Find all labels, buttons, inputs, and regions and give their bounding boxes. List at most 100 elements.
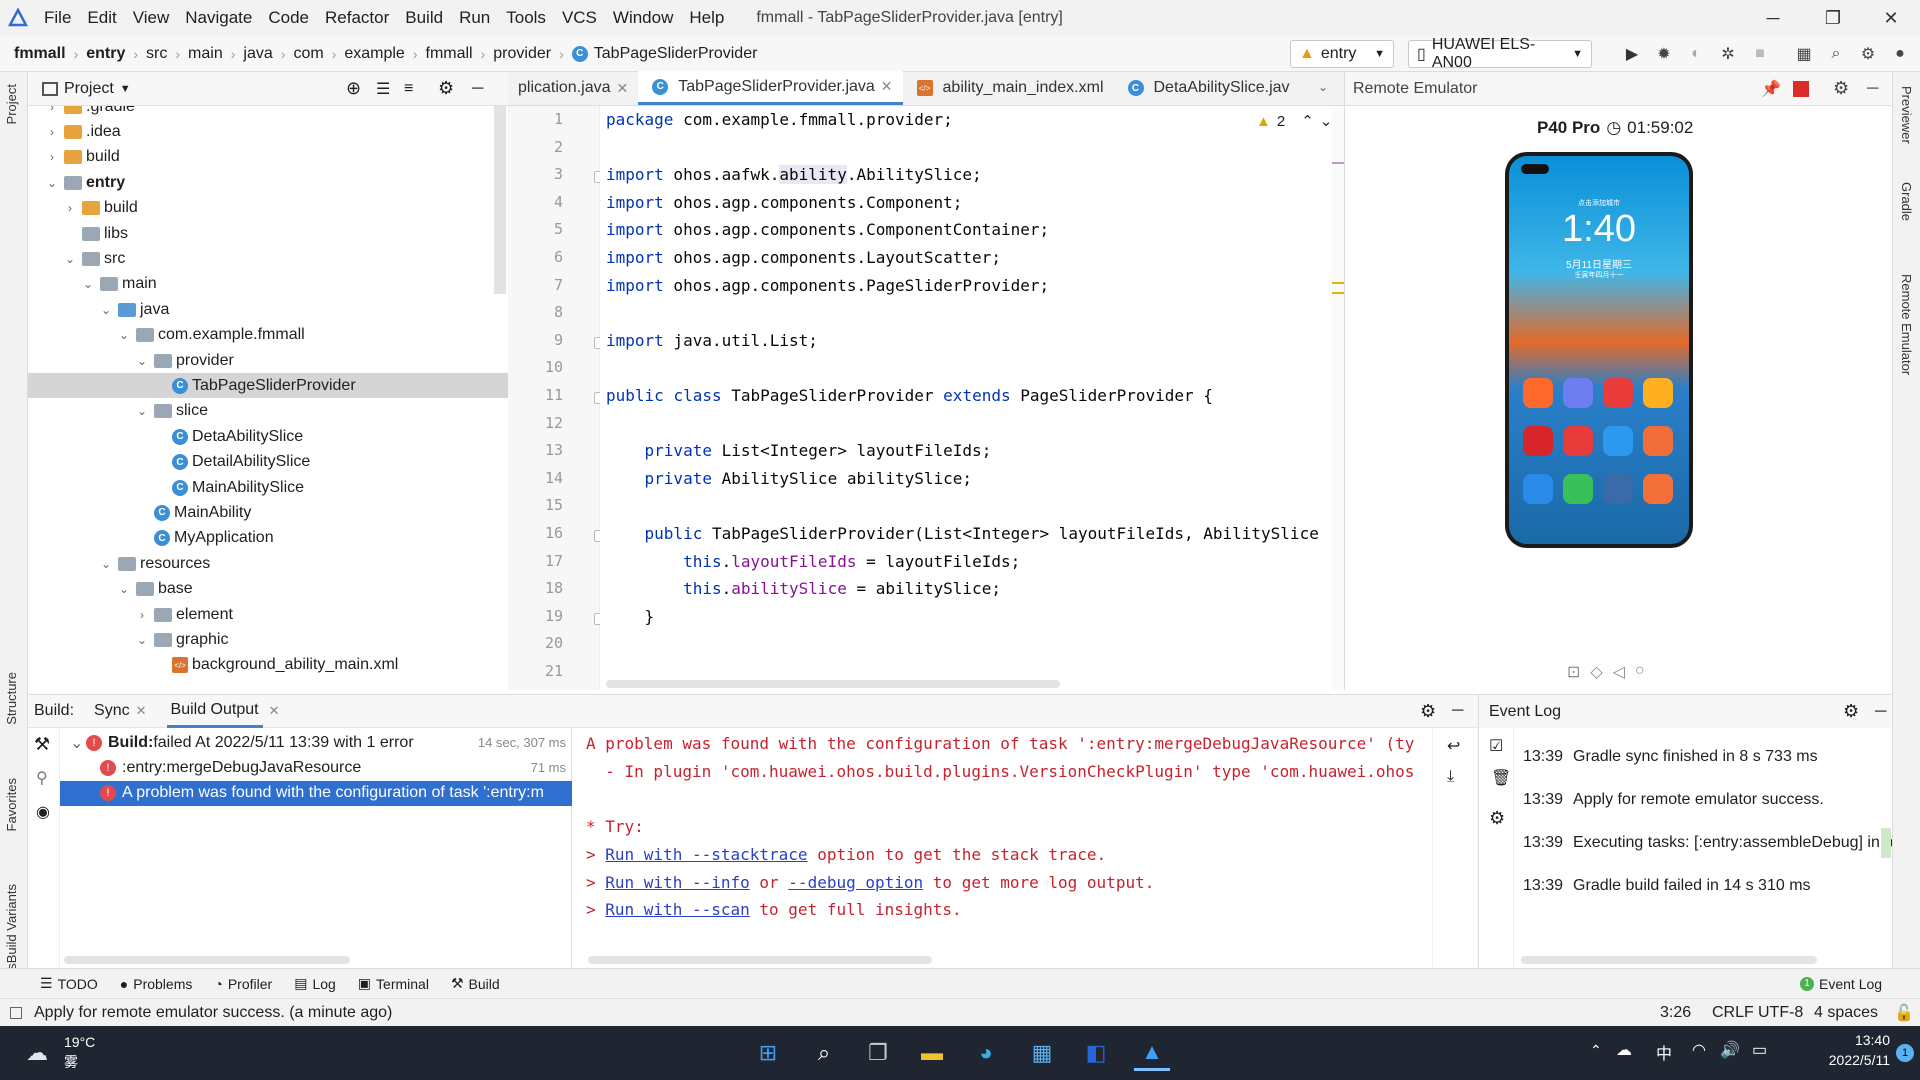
close-icon[interactable]: ✕ <box>1866 0 1916 36</box>
run-config-select[interactable]: ▲ entry ▼ <box>1290 40 1394 68</box>
caret-position[interactable]: 3:26 <box>1660 1004 1691 1022</box>
breadcrumb-item[interactable]: example <box>344 45 404 63</box>
tab-sync[interactable]: Sync <box>94 702 130 720</box>
log-tool-button[interactable]: ▤ Log <box>294 975 336 992</box>
gear-icon[interactable]: ⚙ <box>1489 808 1505 829</box>
menu-edit[interactable]: Edit <box>79 8 124 28</box>
tree-item[interactable]: ⌄ base <box>28 577 508 602</box>
tree-item[interactable]: ⌄ main <box>28 272 508 297</box>
editor-tab[interactable]: </> ability_main_index.xml <box>903 71 1114 105</box>
volume-icon[interactable]: 🔊 <box>1720 1040 1740 1060</box>
eye-icon[interactable]: ◉ <box>36 802 50 822</box>
tree-scrollbar[interactable] <box>494 106 506 294</box>
menu-code[interactable]: Code <box>260 8 317 28</box>
back-icon[interactable]: ◁ <box>1613 662 1625 682</box>
build-output-console[interactable]: A problem was found with the configurati… <box>572 728 1450 968</box>
chevron-right-icon[interactable]: › <box>44 106 60 114</box>
build-tool-button[interactable]: ⚒ Build <box>451 975 500 992</box>
status-toggle-icon[interactable] <box>10 1006 22 1019</box>
chevron-right-icon[interactable]: › <box>62 201 78 215</box>
event-log-button[interactable]: 1 Event Log <box>1800 976 1882 992</box>
run-icon[interactable]: ▶ <box>1620 42 1644 66</box>
weather-condition[interactable]: 雾 <box>64 1052 78 1072</box>
minimize-icon[interactable]: ─ <box>1748 0 1798 36</box>
tree-item[interactable]: C MainAbilitySlice <box>28 475 508 500</box>
search-icon[interactable]: ⌕ <box>806 1035 842 1071</box>
hide-panel-icon[interactable]: ─ <box>1452 702 1463 720</box>
chevron-down-icon[interactable]: ⌄ <box>1320 112 1333 130</box>
store-icon[interactable]: ▦ <box>1024 1035 1060 1071</box>
editor-scrollbar[interactable] <box>1332 106 1344 690</box>
tree-item[interactable]: ⌄ com.example.fmmall <box>28 323 508 348</box>
menu-vcs[interactable]: VCS <box>554 8 605 28</box>
tree-item[interactable]: › build <box>28 196 508 221</box>
breadcrumb-item[interactable]: entry <box>86 45 125 63</box>
search-icon[interactable]: ⌕ <box>1824 42 1848 66</box>
close-icon[interactable]: ✕ <box>269 703 280 719</box>
tree-item[interactable]: › .gradle <box>28 106 508 119</box>
chevron-right-icon[interactable]: › <box>44 125 60 139</box>
notification-badge[interactable]: 1 <box>1896 1044 1914 1062</box>
phone-screen[interactable]: 点击添加城市 1:40 5月11日星期三 壬寅年四月十一 <box>1509 156 1689 544</box>
chevron-down-icon[interactable]: ⌄ <box>98 303 114 317</box>
remote-emulator-tool-tab[interactable]: Remote Emulator <box>1899 274 1914 375</box>
expand-all-icon[interactable]: ☰ <box>376 79 390 99</box>
menu-file[interactable]: File <box>36 8 79 28</box>
tree-item[interactable]: › element <box>28 602 508 627</box>
build-tree-item[interactable]: ! A problem was found with the configurat… <box>60 780 572 806</box>
console-link[interactable]: Run with --scan <box>605 900 750 919</box>
chevron-up-icon[interactable]: ⌃ <box>1590 1042 1602 1059</box>
profile-icon[interactable]: ◐ <box>1684 42 1708 66</box>
tree-item[interactable]: ⌄ provider <box>28 348 508 373</box>
file-explorer-icon[interactable]: ▬ <box>914 1035 950 1071</box>
breadcrumb-item[interactable]: fmmall <box>426 45 473 63</box>
breadcrumb-item[interactable]: com <box>293 45 323 63</box>
maximize-icon[interactable]: ❐ <box>1808 0 1858 36</box>
build-tree-item[interactable]: ⌄! Build: failed At 2022/5/11 13:39 with … <box>60 730 572 755</box>
code-editor[interactable]: package com.example.fmmall.provider; impo… <box>600 106 1344 690</box>
tab-list-icon[interactable]: ⌄ <box>1318 80 1328 94</box>
tree-item[interactable]: ⌄ resources <box>28 551 508 576</box>
settings-icon[interactable]: ⚙ <box>1856 42 1880 66</box>
chevron-down-icon[interactable]: ▼ <box>120 83 131 95</box>
project-structure-icon[interactable]: ▦ <box>1792 42 1816 66</box>
task-view-icon[interactable]: ❐ <box>860 1035 896 1071</box>
console-scrollbar[interactable] <box>588 956 932 964</box>
device-select[interactable]: ▯ HUAWEI ELS-AN00 ▼ <box>1408 36 1592 71</box>
gradle-tool-tab[interactable]: Gradle <box>1899 182 1914 221</box>
rotate-icon[interactable]: ◇ <box>1590 662 1602 682</box>
chevron-down-icon[interactable]: ⌄ <box>70 733 86 753</box>
soft-wrap-icon[interactable]: ↩ <box>1447 736 1460 756</box>
pin-icon[interactable]: ⚲ <box>36 768 48 788</box>
build-tree-item[interactable]: !:entry:mergeDebugJavaResource 71 ms <box>60 755 572 780</box>
tree-item[interactable]: C DetailAbilitySlice <box>28 450 508 475</box>
tree-item[interactable]: ⌄ slice <box>28 399 508 424</box>
weather-temp[interactable]: 19°C <box>64 1034 95 1050</box>
todo-tool-button[interactable]: ☰ TODO <box>40 975 98 992</box>
tree-item[interactable]: </> background_ability_main.xml <box>28 653 508 678</box>
clock-date[interactable]: 2022/5/11 <box>1790 1052 1890 1068</box>
tree-item[interactable]: C MyApplication <box>28 526 508 551</box>
indent-setting[interactable]: 4 spaces <box>1814 1004 1878 1022</box>
menu-tools[interactable]: Tools <box>498 8 554 28</box>
console-link[interactable]: --debug option <box>788 873 923 892</box>
status-message[interactable]: Apply for remote emulator success. (a mi… <box>34 1004 392 1022</box>
ime-indicator[interactable]: 中 <box>1656 1040 1672 1064</box>
breadcrumb-item[interactable]: TabPageSliderProvider <box>594 45 758 63</box>
tree-item[interactable]: C DetaAbilitySlice <box>28 424 508 449</box>
breadcrumb-item[interactable]: java <box>243 45 272 63</box>
favorites-tool-tab[interactable]: Favorites <box>4 778 19 831</box>
editor-tab[interactable]: C TabPageSliderProvider.java ✕ <box>638 71 903 105</box>
structure-tool-tab[interactable]: Structure <box>4 672 19 725</box>
app-icon[interactable] <box>1643 474 1673 504</box>
event-log-hscrollbar[interactable] <box>1521 956 1817 964</box>
problems-tool-button[interactable]: ● Problems <box>120 976 193 992</box>
gear-icon[interactable]: ⚙ <box>1843 701 1859 722</box>
app-icon[interactable]: ◧ <box>1078 1035 1114 1071</box>
app-icon[interactable] <box>1603 378 1633 408</box>
app-icon[interactable] <box>1523 474 1553 504</box>
app-icon[interactable] <box>1523 378 1553 408</box>
hide-panel-icon[interactable]: ─ <box>1875 703 1886 721</box>
app-icon[interactable] <box>1523 426 1553 456</box>
chevron-down-icon[interactable]: ⌄ <box>134 404 150 418</box>
